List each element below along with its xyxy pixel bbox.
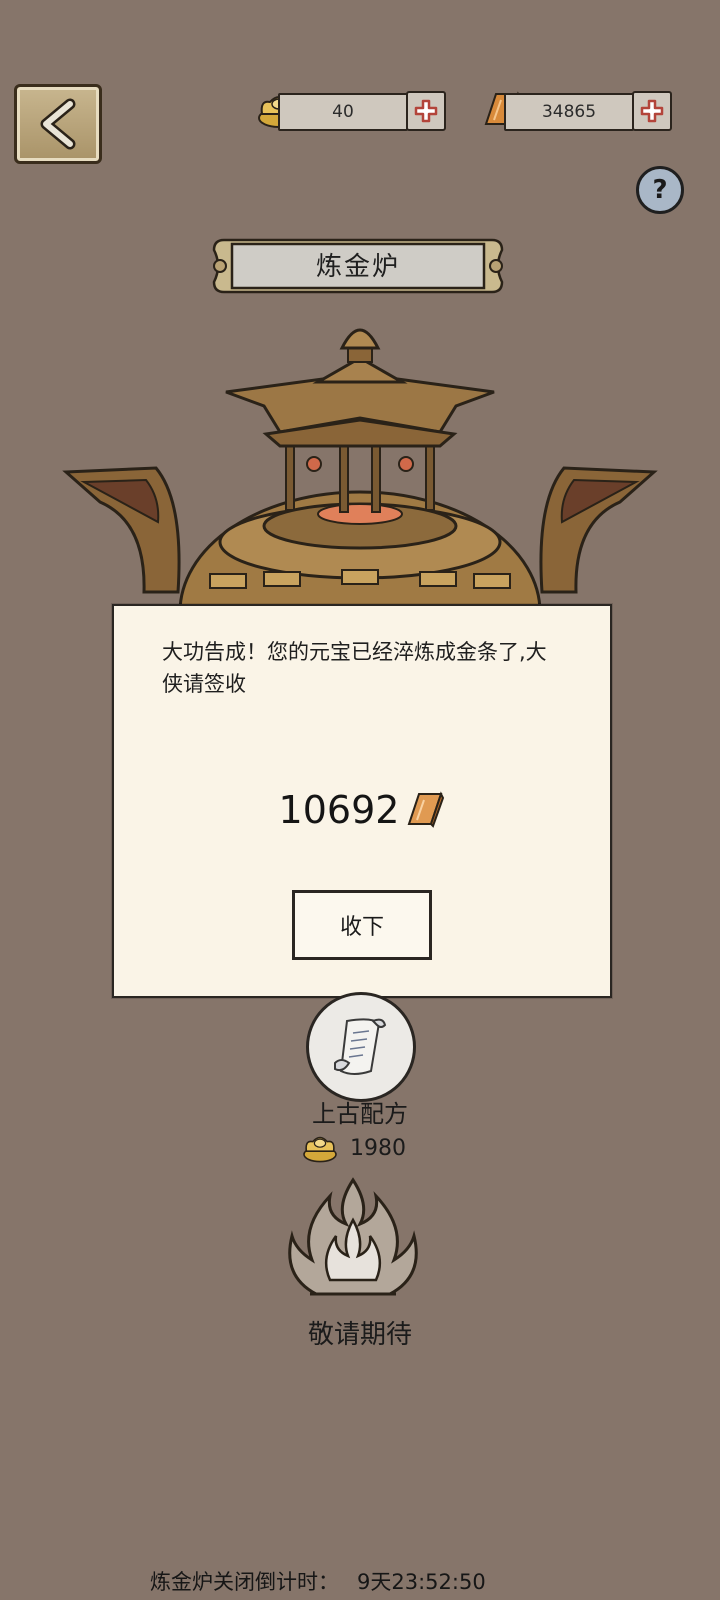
countdown-value: 9天23:52:50 <box>357 1570 486 1594</box>
recipe-cost-value: 1980 <box>350 1135 406 1161</box>
accept-button-label: 收下 <box>339 915 384 940</box>
recipe-cost: 1980 <box>300 1132 406 1164</box>
yuanbao-ingot-icon <box>303 1136 337 1163</box>
gold-bar-icon <box>408 791 445 828</box>
close-countdown: 炼金炉关闭倒计时： 9天23:52:50 <box>150 1566 486 1596</box>
plus-icon <box>414 99 438 123</box>
page-title: 炼金炉 <box>315 252 400 282</box>
flame-icon <box>288 1177 418 1296</box>
reward-dialog: 大功告成！您的元宝已经淬炼成金条了,大侠请签收 10692 收下 <box>112 604 612 998</box>
currency-a-value: 40 <box>332 102 354 122</box>
coming-soon-label: 敬请期待 <box>307 1320 412 1350</box>
dialog-message: 大功告成！您的元宝已经淬炼成金条了,大侠请签收 <box>162 640 547 696</box>
recipe-button[interactable] <box>306 992 416 1102</box>
accept-button[interactable]: 收下 <box>292 890 432 960</box>
currency-a-balance: 40 <box>278 93 408 131</box>
alchemy-furnace-illustration <box>62 328 658 622</box>
reward-row: 10692 <box>114 788 610 832</box>
add-currency-a-button[interactable] <box>406 91 446 131</box>
plus-icon <box>640 99 664 123</box>
currency-b-balance: 34865 <box>504 93 634 131</box>
scroll-icon <box>334 1018 387 1075</box>
question-mark-icon: ? <box>652 175 668 205</box>
page-title-plaque: 炼金炉 <box>210 232 506 300</box>
back-button[interactable] <box>14 84 102 164</box>
countdown-label: 炼金炉关闭倒计时： <box>150 1570 339 1594</box>
add-currency-b-button[interactable] <box>632 91 672 131</box>
help-button[interactable]: ? <box>636 166 684 214</box>
reward-amount: 10692 <box>278 788 400 832</box>
currency-b-value: 34865 <box>541 102 597 122</box>
recipe-label: 上古配方 <box>312 1100 408 1128</box>
chevron-left-icon <box>40 98 76 150</box>
